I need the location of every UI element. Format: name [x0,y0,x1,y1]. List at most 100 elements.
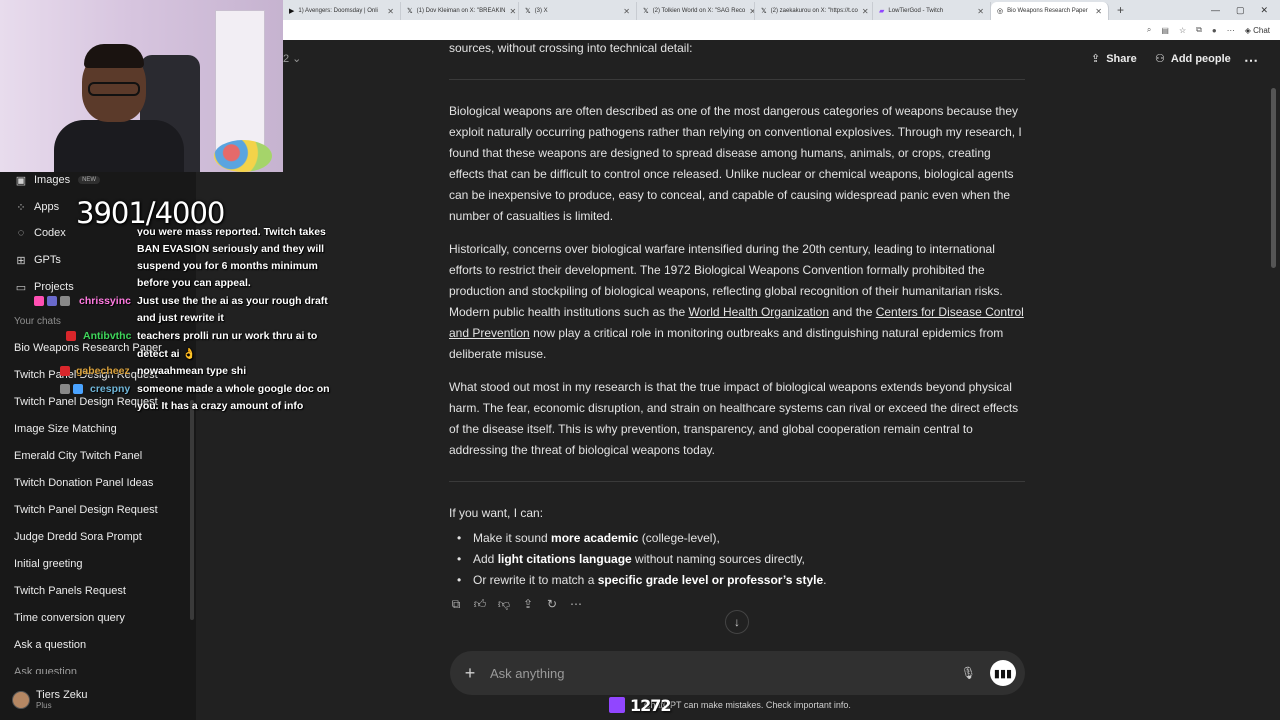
message-intro: sources, without crossing into technical… [449,41,693,55]
user-profile[interactable]: Tiers Zeku Plus [12,689,88,710]
maximize-icon[interactable]: ▢ [1236,5,1245,16]
plus-icon[interactable]: + [450,663,490,684]
list-item: Or rewrite it to match a specific grade … [449,570,826,591]
regenerate-icon[interactable]: ↻ [545,597,559,612]
window-controls: — ▢ ✕ [1211,5,1280,16]
zoom-icon[interactable]: ⌕ [1147,25,1151,35]
thumbs-up-icon[interactable]: 👍︎ [473,597,487,612]
browser-tab[interactable]: 𝕏 (1) Dov Kleiman on X: "BREAKIN ✕ [401,2,519,20]
microphone-icon[interactable]: 🎙︎ [961,666,976,680]
paragraph-text: and the [829,305,876,319]
chat-message-line: and just rewrite it [137,312,224,324]
browser-tab-active[interactable]: ◎ Bio Weapons Research Paper ✕ [991,2,1109,20]
chat-username[interactable]: Antibvthc [83,330,131,342]
who-link[interactable]: World Health Organization [688,305,829,319]
add-people-label: Add people [1170,52,1231,65]
chat-history-item[interactable]: Ask question [14,666,77,674]
chat-history-item[interactable]: Ask a question [14,639,86,651]
browser-toolbar: ⌕ ▤ ☆ ⧉ ● ⋯ ◈ Chat [283,20,1280,40]
close-icon[interactable]: ✕ [383,7,394,16]
user-name: Tiers Zeku [36,689,88,701]
close-icon[interactable]: ✕ [973,7,984,16]
profile-icon[interactable]: ● [1212,26,1217,35]
voice-mode-button[interactable]: ▮▮▮ [990,660,1016,686]
browser-tab[interactable]: 𝕏 (3) X ✕ [519,2,637,20]
webcam-person-body [54,120,184,172]
chat-username[interactable]: crespny [90,383,130,395]
share-icon[interactable]: ⇪ [521,597,535,612]
tab-favicon-icon: 𝕏 [407,8,413,15]
arrow-down-icon: ↓ [734,615,740,629]
tab-favicon-icon: ▶ [289,8,295,15]
suggestion-list: Make it sound more academic (college-lev… [449,528,826,591]
share-button[interactable]: ⇪ Share [1091,52,1137,66]
prompt-input[interactable] [490,665,961,681]
tab-label: (3) X [534,8,548,14]
close-icon[interactable]: ✕ [1091,7,1102,16]
sidebar-scrollbar[interactable] [190,400,194,620]
close-icon[interactable]: ✕ [745,7,754,16]
close-icon[interactable]: ✕ [858,7,869,16]
browser-tab[interactable]: 𝕏(2) Tolkien World on X: "SAG Reco✕ [637,2,755,20]
user-plan: Plus [36,701,52,710]
sidebar-item-gpts[interactable]: ⊞ GPTs [14,250,61,270]
close-icon[interactable]: ✕ [505,7,516,16]
bullet-bold: more academic [551,531,639,545]
chat-message-line: teachers prolli run ur work thru ai to [137,330,318,342]
chat-history-item[interactable]: Initial greeting [14,558,83,570]
more-options-button[interactable]: ⋯ [1244,52,1258,69]
twitch-logo-icon [609,697,625,713]
sidebar-item-projects[interactable]: ▭ Projects [14,277,74,297]
message-offer: If you want, I can: [449,506,544,520]
chat-history-item[interactable]: Image Size Matching [14,423,117,435]
scroll-down-button[interactable]: ↓ [725,610,749,634]
tab-favicon-icon: 𝕏 [761,8,767,15]
sidebar-item-apps[interactable]: ⁘ Apps [14,197,59,217]
waveform-icon: ▮▮▮ [993,667,1013,680]
heart-badge-icon [34,296,44,306]
char-counter: 3901/4000 [76,196,225,230]
menu-icon[interactable]: ⋯ [1227,26,1235,35]
add-person-icon: ⚇ [1155,53,1165,65]
page-icon[interactable]: ▤ [1161,26,1169,35]
close-window-icon[interactable]: ✕ [1260,5,1268,16]
chat-history-item[interactable]: Twitch Panels Request [14,585,126,597]
message-paragraph: What stood out most in my research is th… [449,380,1019,457]
share-label: Share [1106,52,1137,65]
divider [449,481,1025,482]
model-selector[interactable]: 2 ⌄ [283,52,301,65]
sidebar-item-label: Projects [34,281,74,293]
chat-message-line: suspend you for 6 months minimum [137,260,318,272]
sidebar-item-codex[interactable]: ◌ Codex [14,223,66,243]
more-icon[interactable]: ⋯ [569,597,583,612]
webcam-door [215,10,265,160]
tab-favicon-icon: 𝕏 [525,8,531,15]
chat-message-line: BAN EVASION seriously and they will [137,243,325,255]
thumbs-down-icon[interactable]: 👎︎ [497,597,511,612]
extensions-icon[interactable]: ⧉ [1196,25,1202,35]
copy-icon[interactable]: ⧉ [449,597,463,612]
chat-username[interactable]: gabecheez [76,365,130,377]
main-scrollbar[interactable] [1271,88,1276,268]
add-people-button[interactable]: ⚇ Add people [1155,52,1231,66]
folder-icon: ▭ [15,281,27,294]
browser-tab[interactable]: ▶ 1) Avengers: Doomsday | Onli ✕ [283,2,401,20]
chat-history-item[interactable]: Twitch Donation Panel Ideas [14,477,153,489]
browser-tab[interactable]: ▰ LowTierGod - Twitch ✕ [873,2,991,20]
sidebar-item-images[interactable]: ▣ Images NEW [14,170,101,190]
chat-history-item[interactable]: Judge Dredd Sora Prompt [14,531,142,543]
copilot-icon: ◈ [1244,25,1251,35]
disclaimer: ChatGPT can make mistakes. Check importa… [644,700,851,710]
chat-history-item[interactable]: Emerald City Twitch Panel [14,450,142,462]
chat-message-line: someone made a whole google doc on [137,383,330,395]
browser-tab[interactable]: 𝕏 (2) zaekakurou on X: "https://t.co ✕ [755,2,873,20]
chat-history-item[interactable]: Time conversion query [14,612,125,624]
minimize-icon[interactable]: — [1211,5,1220,16]
close-icon[interactable]: ✕ [619,7,630,16]
copilot-button[interactable]: ◈ Chat [1245,26,1270,35]
codex-icon: ◌ [17,227,25,239]
chat-username[interactable]: chrissyinc [79,295,131,307]
star-icon[interactable]: ☆ [1179,26,1186,35]
new-tab-button[interactable]: + [1109,3,1132,17]
chat-history-item[interactable]: Twitch Panel Design Request [14,504,158,516]
